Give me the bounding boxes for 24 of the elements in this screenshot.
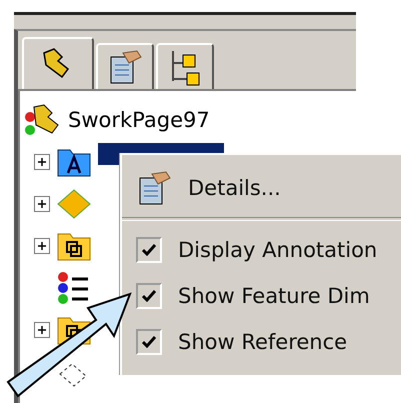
plus-icon bbox=[37, 157, 47, 167]
plus-icon bbox=[37, 325, 47, 335]
menu-item[interactable]: Display Annotation bbox=[136, 227, 401, 273]
expand-toggle[interactable] bbox=[34, 196, 50, 212]
expand-toggle[interactable] bbox=[34, 154, 50, 170]
checkmark-icon bbox=[142, 244, 156, 256]
panel-tab[interactable] bbox=[96, 43, 154, 89]
expand-toggle[interactable] bbox=[34, 322, 50, 338]
plus-icon bbox=[37, 199, 47, 209]
diamond-icon bbox=[56, 188, 92, 220]
checkbox[interactable] bbox=[136, 329, 162, 355]
checkbox[interactable] bbox=[136, 237, 162, 263]
menu-item[interactable]: Details... bbox=[136, 165, 401, 211]
panel-tab[interactable] bbox=[156, 43, 214, 89]
menu-item[interactable]: Show Reference bbox=[136, 319, 401, 365]
tree-item[interactable]: SworkPage97 bbox=[66, 108, 212, 132]
menu-item[interactable]: Show Feature Dim bbox=[136, 273, 401, 319]
panel-tab[interactable] bbox=[22, 37, 94, 89]
checkmark-icon bbox=[142, 290, 156, 302]
checkmark-icon bbox=[142, 336, 156, 348]
plus-icon bbox=[37, 241, 47, 251]
expand-toggle[interactable] bbox=[34, 238, 50, 254]
checkbox[interactable] bbox=[136, 283, 162, 309]
assembly-icon bbox=[24, 103, 60, 137]
